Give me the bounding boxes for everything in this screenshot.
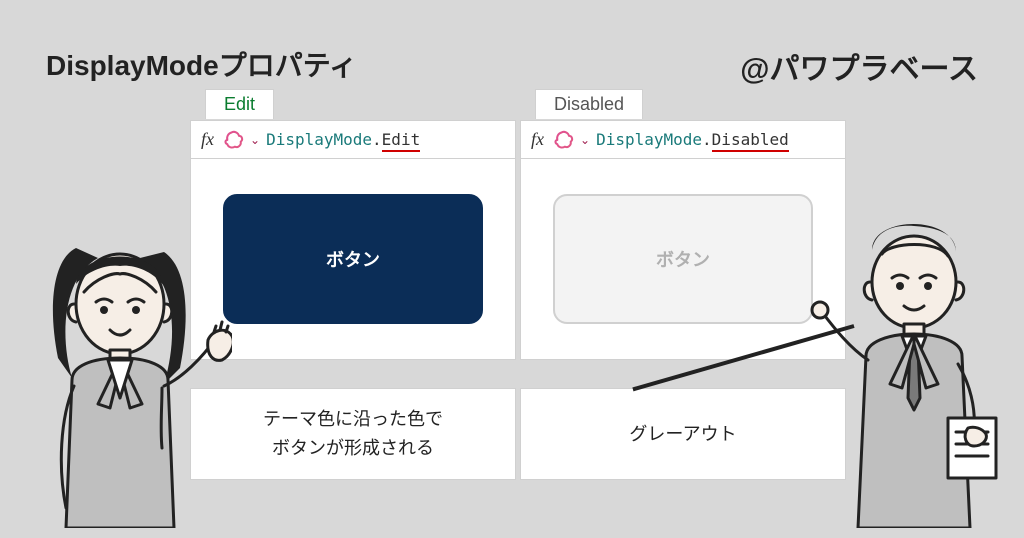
panels-row: Edit fx ⌄ Displa <box>190 120 846 360</box>
copilot-icon <box>554 130 574 150</box>
button-label: ボタン <box>326 246 380 272</box>
caption-edit: テーマ色に沿った色で ボタンが形成される <box>190 388 516 480</box>
page-title: DisplayModeプロパティ <box>46 44 357 84</box>
chevron-down-icon: ⌄ <box>580 133 590 147</box>
fx-icon: fx <box>197 129 218 150</box>
chevron-down-icon: ⌄ <box>250 133 260 147</box>
formula-text-edit: DisplayMode.Edit <box>266 130 420 149</box>
button-enabled[interactable]: ボタン <box>223 194 483 324</box>
tab-disabled: Disabled <box>535 89 643 119</box>
copilot-icon <box>224 130 244 150</box>
button-preview-area-disabled: ボタン <box>521 159 845 359</box>
fx-icon: fx <box>527 129 548 150</box>
illustration-man <box>798 188 1018 528</box>
account-handle: @パワプラベース <box>740 44 978 88</box>
formula-text-disabled: DisplayMode.Disabled <box>596 130 789 149</box>
formula-object: DisplayMode <box>266 130 372 149</box>
tab-edit: Edit <box>205 89 274 119</box>
formula-bar-disabled: fx ⌄ DisplayMode.Disabled <box>521 121 845 159</box>
button-label: ボタン <box>656 246 710 272</box>
formula-bar-edit: fx ⌄ DisplayMode.Edit <box>191 121 515 159</box>
formula-object: DisplayMode <box>596 130 702 149</box>
panel-edit: Edit fx ⌄ Displa <box>190 120 516 360</box>
underline-red <box>382 150 421 152</box>
formula-member: Disabled <box>712 130 789 149</box>
button-disabled: ボタン <box>553 194 813 324</box>
illustration-woman <box>12 208 232 528</box>
formula-member: Edit <box>382 130 421 149</box>
captions-row: テーマ色に沿った色で ボタンが形成される グレーアウト <box>190 388 846 480</box>
underline-red <box>712 150 789 152</box>
button-preview-area-edit: ボタン <box>191 159 515 359</box>
